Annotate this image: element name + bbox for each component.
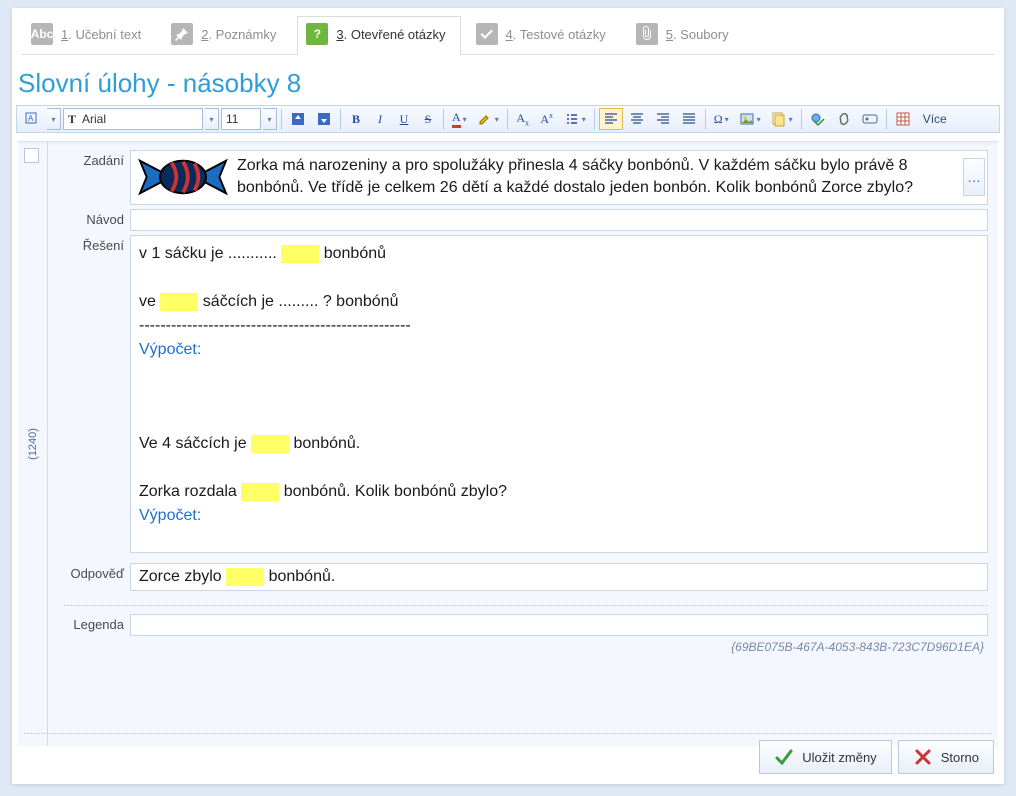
attach-icon (636, 23, 658, 45)
svg-text:A: A (28, 114, 34, 123)
tab-otevrene-otazky[interactable]: ? 3. Otevřené otázky (297, 16, 460, 55)
label-zadani: Zadání (64, 150, 130, 168)
shrink-font-button[interactable] (312, 108, 336, 130)
italic-button[interactable]: I (369, 108, 391, 130)
row-legenda: Legenda (64, 614, 988, 636)
check-icon (476, 23, 498, 45)
font-name-caret[interactable]: ▾ (205, 108, 219, 130)
editor-toolbar: A ▾ T Arial ▾ 11 ▾ B I U S A Ax Ax Ω (16, 105, 1000, 133)
label-navod: Návod (64, 209, 130, 227)
highlight-button[interactable] (473, 108, 503, 130)
dotted-separator (64, 605, 988, 606)
tab-label: 3. Otevřené otázky (336, 27, 445, 42)
check-icon (774, 747, 794, 767)
side-gutter: (1240) (18, 142, 48, 746)
style-dropdown-icon[interactable]: A (21, 108, 45, 130)
pin-icon (171, 23, 193, 45)
tab-soubory[interactable]: 5. Soubory (627, 16, 744, 55)
label-odpoved: Odpověď (64, 563, 130, 581)
main-panel: Abc 1. Učební text 2. Poznámky ? 3. Otev… (12, 8, 1004, 784)
row-odpoved: Odpověď Zorce zbylo bonbónů. (64, 563, 988, 591)
insert-image-button[interactable] (735, 108, 765, 130)
align-left-button[interactable] (599, 108, 623, 130)
zadani-ellipsis-button[interactable]: … (963, 158, 985, 196)
tab-label: 2. Poznámky (201, 27, 276, 42)
tab-label: 4. Testové otázky (506, 27, 606, 42)
tab-label: 1. Učební text (61, 27, 141, 42)
tab-label: 5. Soubory (666, 27, 729, 42)
question-icon: ? (306, 23, 328, 45)
tab-bar: Abc 1. Učební text 2. Poznámky ? 3. Otev… (12, 8, 1004, 55)
abc-icon: Abc (31, 23, 53, 45)
content-area: (1240) Zadání Zorka má narozeniny a pro … (18, 141, 998, 746)
tab-testove-otazky[interactable]: 4. Testové otázky (467, 16, 621, 55)
field-reseni[interactable]: v 1 sáčku je ........... bonbónů ve sáčc… (130, 235, 988, 553)
vypocet-label: Výpočet: (139, 338, 979, 362)
anchor-button[interactable] (858, 108, 882, 130)
globe-image-button[interactable] (806, 108, 830, 130)
field-legenda[interactable] (130, 614, 988, 636)
form-rows: Zadání Zorka má narozeniny a pro spolužá… (64, 150, 988, 654)
align-justify-button[interactable] (677, 108, 701, 130)
zadani-text: Zorka má narozeniny a pro spolužáky přin… (237, 155, 957, 200)
field-odpoved[interactable]: Zorce zbylo bonbónů. (130, 563, 988, 591)
link-button[interactable] (832, 108, 856, 130)
font-t-icon: T (68, 112, 76, 127)
record-guid: {69BE075B-467A-4053-843B-723C7D96D1EA} (64, 640, 988, 654)
table-button[interactable] (891, 108, 915, 130)
list-button[interactable] (560, 108, 590, 130)
blank-input[interactable] (226, 568, 264, 586)
row-zadani: Zadání Zorka má narozeniny a pro spolužá… (64, 150, 988, 205)
page-title: Slovní úlohy - násobky 8 (12, 56, 1004, 105)
subscript-button[interactable]: Ax (536, 108, 558, 130)
style-caret[interactable]: ▾ (47, 108, 61, 130)
font-color-button[interactable]: A (448, 108, 471, 130)
blank-input[interactable] (251, 435, 289, 453)
grow-font-button[interactable] (286, 108, 310, 130)
font-size-caret[interactable]: ▾ (263, 108, 277, 130)
tab-underline (22, 54, 994, 55)
align-center-button[interactable] (625, 108, 649, 130)
blank-input[interactable] (241, 483, 279, 501)
font-size-select[interactable]: 11 (221, 108, 261, 130)
blank-input[interactable] (160, 293, 198, 311)
record-id: (1240) (27, 428, 39, 460)
row-reseni: Řešení v 1 sáčku je ........... bonbónů … (64, 235, 988, 553)
field-zadani[interactable]: Zorka má narozeniny a pro spolužáky přin… (130, 150, 988, 205)
more-button[interactable]: Více (917, 112, 953, 126)
symbol-button[interactable]: Ω (710, 108, 733, 130)
underline-button[interactable]: U (393, 108, 415, 130)
tab-poznamky[interactable]: 2. Poznámky (162, 16, 291, 55)
label-reseni: Řešení (64, 235, 130, 253)
bold-button[interactable]: B (345, 108, 367, 130)
vypocet-label: Výpočet: (139, 504, 979, 528)
field-navod[interactable] (130, 209, 988, 231)
cancel-button[interactable]: Storno (898, 740, 994, 774)
label-legenda: Legenda (64, 614, 130, 632)
font-name-value: Arial (82, 112, 106, 126)
row-navod: Návod (64, 209, 988, 231)
blank-input[interactable] (281, 245, 319, 263)
align-right-button[interactable] (651, 108, 675, 130)
strike-button[interactable]: S (417, 108, 439, 130)
font-name-select[interactable]: T Arial (63, 108, 203, 130)
candy-icon (135, 155, 231, 199)
save-button[interactable]: Uložit změny (759, 740, 891, 774)
footer-separator (24, 733, 992, 734)
tab-ucebni-text[interactable]: Abc 1. Učební text (22, 16, 156, 55)
superscript-button[interactable]: Ax (512, 108, 534, 130)
row-checkbox[interactable] (24, 148, 39, 163)
font-size-value: 11 (226, 112, 238, 126)
footer-buttons: Uložit změny Storno (759, 740, 994, 774)
close-icon (913, 747, 933, 767)
insert-object-button[interactable] (767, 108, 797, 130)
